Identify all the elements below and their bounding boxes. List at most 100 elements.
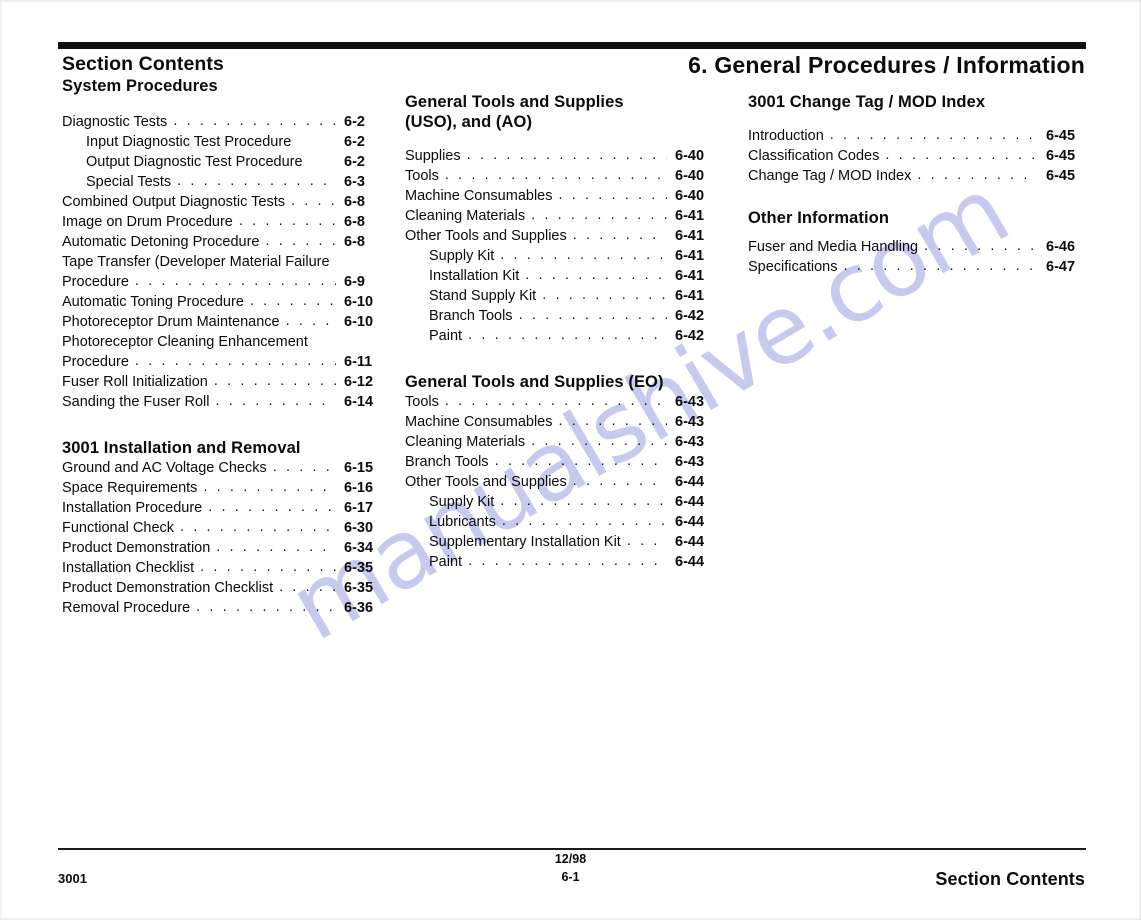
chapter-title: 6. General Procedures / Information bbox=[688, 52, 1085, 78]
toc-dot-leader bbox=[573, 225, 667, 245]
toc-column-2: General Tools and Supplies (USO), and (A… bbox=[405, 92, 717, 572]
toc-entry[interactable]: Procedure 6-11 bbox=[62, 352, 388, 372]
toc-entry[interactable]: Change Tag / MOD Index 6-45 bbox=[748, 166, 1088, 186]
toc-entry[interactable]: Introduction 6-45 bbox=[748, 126, 1088, 146]
toc-dot-leader bbox=[250, 291, 336, 311]
toc-entry-page-number: 6-8 bbox=[344, 194, 365, 210]
toc-entry-page-number: 6-35 bbox=[344, 560, 374, 576]
toc-entry[interactable]: Tools 6-40 bbox=[405, 166, 717, 186]
toc-entry[interactable]: Supply Kit 6-44 bbox=[405, 492, 717, 512]
toc-entry[interactable]: Specifications 6-47 bbox=[748, 257, 1088, 277]
toc-entry[interactable]: Installation Checklist 6-35 bbox=[62, 558, 388, 578]
toc-entry[interactable]: Other Tools and Supplies 6-44 bbox=[405, 472, 717, 492]
toc-dot-leader bbox=[273, 457, 336, 477]
toc-entry-page-number: 6-30 bbox=[344, 520, 374, 536]
toc-entry[interactable]: Installation Kit 6-41 bbox=[405, 266, 717, 286]
toc-entry[interactable]: Procedure 6-9 bbox=[62, 272, 388, 292]
toc-entry-label: Machine Consumables bbox=[405, 188, 553, 204]
toc-entry-label: Automatic Detoning Procedure bbox=[62, 234, 260, 250]
toc-entry[interactable]: Removal Procedure 6-36 bbox=[62, 598, 388, 618]
toc-entry-page-number: 6-42 bbox=[675, 328, 705, 344]
toc-entry[interactable]: Supplementary Installation Kit 6-44 bbox=[405, 532, 717, 552]
toc-entry-page-number: 6-16 bbox=[344, 480, 374, 496]
toc-entry[interactable]: Cleaning Materials 6-41 bbox=[405, 206, 717, 226]
toc-entry[interactable]: Other Tools and Supplies 6-41 bbox=[405, 226, 717, 246]
toc-entry[interactable]: Functional Check 6-30 bbox=[62, 518, 388, 538]
toc-entry[interactable]: Cleaning Materials 6-43 bbox=[405, 432, 717, 452]
toc-entry-label: Sanding the Fuser Roll bbox=[62, 394, 210, 410]
toc-dot-leader bbox=[627, 531, 667, 551]
toc-entry-page-number: 6-47 bbox=[1046, 259, 1076, 275]
toc-entry-page-number: 6-46 bbox=[1046, 239, 1076, 255]
toc-entry[interactable]: Automatic Toning Procedure 6-10 bbox=[62, 292, 388, 312]
toc-entry-label: Lubricants bbox=[429, 514, 496, 530]
toc-entry[interactable]: Supply Kit 6-41 bbox=[405, 246, 717, 266]
toc-entry-label: Installation Kit bbox=[429, 268, 520, 284]
toc-entry[interactable]: Input Diagnostic Test Procedure 6-2 bbox=[62, 132, 388, 152]
toc-dot-leader bbox=[180, 517, 336, 537]
toc-dot-leader bbox=[573, 471, 667, 491]
toc-entry-label: Paint bbox=[429, 554, 463, 570]
toc-entry-page-number: 6-44 bbox=[675, 554, 705, 570]
toc-entry-page-number: 6-41 bbox=[675, 208, 705, 224]
toc-entry-label: Ground and AC Voltage Checks bbox=[62, 460, 267, 476]
toc-entry[interactable]: Photoreceptor Drum Maintenance 6-10 bbox=[62, 312, 388, 332]
toc-dot-leader bbox=[843, 256, 1038, 276]
toc-entry-label: Product Demonstration bbox=[62, 540, 211, 556]
toc-dot-leader bbox=[214, 371, 336, 391]
toc-entry-page-number: 6-34 bbox=[344, 540, 374, 556]
toc-entry[interactable]: Fuser and Media Handling 6-46 bbox=[748, 237, 1088, 257]
toc-entry[interactable]: Product Demonstration Checklist 6-35 bbox=[62, 578, 388, 598]
toc-entry-page-number: 6-12 bbox=[344, 374, 374, 390]
toc-entry-page-number: 6-15 bbox=[344, 460, 374, 476]
toc-entry[interactable]: Special Tests 6-3 bbox=[62, 172, 388, 192]
toc-entry[interactable]: Ground and AC Voltage Checks 6-15 bbox=[62, 458, 388, 478]
toc-entry[interactable]: Space Requirements 6-16 bbox=[62, 478, 388, 498]
toc-entry[interactable]: Machine Consumables 6-43 bbox=[405, 412, 717, 432]
toc-entry-page-number: 6-2 bbox=[344, 114, 365, 130]
toc-dot-leader bbox=[445, 391, 667, 411]
toc-entry[interactable]: Installation Procedure 6-17 bbox=[62, 498, 388, 518]
toc-entry[interactable]: Diagnostic Tests 6-2 bbox=[62, 112, 388, 132]
toc-dot-leader bbox=[173, 111, 336, 131]
toc-entry[interactable]: Branch Tools 6-43 bbox=[405, 452, 717, 472]
toc-entry-label: Output Diagnostic Test Procedure bbox=[86, 154, 303, 170]
toc-entry-label: Photoreceptor Drum Maintenance bbox=[62, 314, 280, 330]
toc-entry[interactable]: Product Demonstration 6-34 bbox=[62, 538, 388, 558]
toc-entry[interactable]: Tools 6-43 bbox=[405, 392, 717, 412]
toc-entry[interactable]: Combined Output Diagnostic Tests 6-8 bbox=[62, 192, 388, 212]
toc-entry[interactable]: Fuser Roll Initialization 6-12 bbox=[62, 372, 388, 392]
toc-list-installation-removal: Ground and AC Voltage Checks 6-15 Space Re… bbox=[62, 458, 388, 618]
toc-entry-label: Paint bbox=[429, 328, 463, 344]
toc-entry-page-number: 6-2 bbox=[344, 154, 365, 170]
toc-entry-label: Combined Output Diagnostic Tests bbox=[62, 194, 285, 210]
toc-entry[interactable]: Image on Drum Procedure 6-8 bbox=[62, 212, 388, 232]
toc-entry[interactable]: Paint 6-44 bbox=[405, 552, 717, 572]
toc-dot-leader bbox=[445, 165, 667, 185]
toc-dot-leader bbox=[924, 236, 1038, 256]
toc-entry[interactable]: Machine Consumables 6-40 bbox=[405, 186, 717, 206]
toc-entry-page-number: 6-41 bbox=[675, 288, 705, 304]
toc-entry-page-number: 6-14 bbox=[344, 394, 374, 410]
toc-dot-leader bbox=[135, 351, 336, 371]
toc-entry[interactable]: Sanding the Fuser Roll 6-14 bbox=[62, 392, 388, 412]
toc-entry[interactable]: Supplies 6-40 bbox=[405, 146, 717, 166]
toc-entry[interactable]: Stand Supply Kit 6-41 bbox=[405, 286, 717, 306]
toc-dot-leader bbox=[200, 557, 336, 577]
toc-dot-leader bbox=[196, 597, 336, 617]
toc-list-other-information: Fuser and Media Handling 6-46 Specificatio… bbox=[748, 228, 1088, 277]
toc-entry[interactable]: Paint 6-42 bbox=[405, 326, 717, 346]
toc-entry[interactable]: Lubricants 6-44 bbox=[405, 512, 717, 532]
toc-entry-page-number: 6-45 bbox=[1046, 148, 1076, 164]
toc-entry-continuation: Photoreceptor Cleaning Enhancement bbox=[62, 334, 308, 350]
toc-entry-page-number: 6-44 bbox=[675, 534, 705, 550]
toc-entry-label: Tools bbox=[405, 168, 439, 184]
footer-page-label: 6-1 bbox=[561, 870, 580, 884]
toc-entry[interactable]: Automatic Detoning Procedure 6-8 bbox=[62, 232, 388, 252]
toc-entry[interactable]: Branch Tools 6-42 bbox=[405, 306, 717, 326]
toc-entry[interactable]: Classification Codes 6-45 bbox=[748, 146, 1088, 166]
toc-entry[interactable]: Output Diagnostic Test Procedure 6-2 bbox=[62, 152, 388, 172]
toc-heading-tools-supplies-uso-line1: General Tools and Supplies bbox=[405, 93, 624, 111]
toc-dot-leader bbox=[286, 311, 336, 331]
toc-entry-label: Other Tools and Supplies bbox=[405, 474, 567, 490]
